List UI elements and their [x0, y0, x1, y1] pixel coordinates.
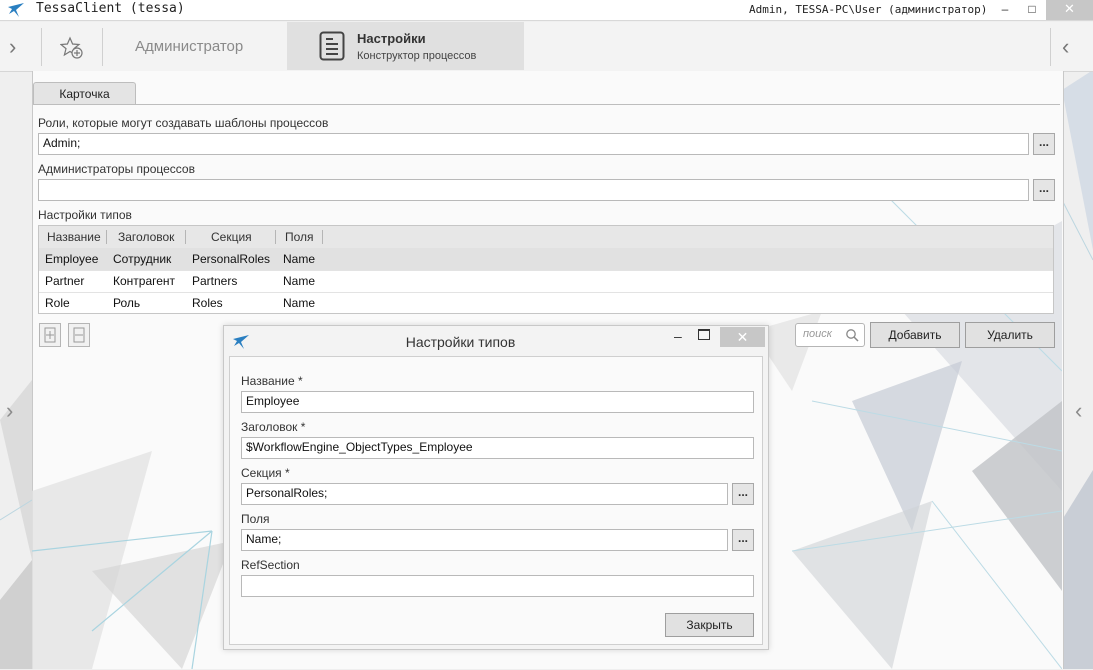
close-window-button[interactable]: ✕: [1046, 0, 1093, 20]
admins-select-button[interactable]: ...: [1033, 179, 1055, 201]
search-placeholder: поиск: [803, 328, 832, 340]
column-divider[interactable]: [322, 230, 323, 244]
admins-field[interactable]: [38, 179, 1029, 201]
table-header: Название Заголовок Секция Поля: [39, 226, 1053, 249]
cell-caption: Сотрудник: [113, 252, 172, 266]
roles-field[interactable]: Admin;: [38, 133, 1029, 155]
column-header-section[interactable]: Секция: [211, 230, 252, 244]
fields-label: Поля: [241, 512, 270, 526]
cell-name: Partner: [45, 274, 85, 288]
title-bar: TessaClient (tessa) Admin, TESSA-PC\User…: [0, 0, 1093, 21]
tab-settings-subtitle: Конструктор процессов: [357, 50, 477, 62]
fields-field[interactable]: Name;: [241, 529, 728, 551]
caption-field[interactable]: $WorkflowEngine_ObjectTypes_Employee: [241, 437, 754, 459]
types-settings-dialog: Настройки типов – ✕ Название * Employee …: [223, 325, 769, 650]
types-settings-label: Настройки типов: [38, 208, 132, 222]
dialog-title: Настройки типов: [405, 334, 516, 350]
column-divider[interactable]: [106, 230, 107, 244]
tab-settings[interactable]: Настройки Конструктор процессов: [287, 22, 524, 70]
close-button[interactable]: Закрыть: [665, 613, 754, 637]
table-row[interactable]: Partner Контрагент Partners Name: [39, 270, 1053, 293]
tessa-logo-icon: [8, 3, 24, 17]
cell-fields: Name: [283, 296, 316, 310]
column-header-fields[interactable]: Поля: [285, 230, 314, 244]
column-header-caption[interactable]: Заголовок: [118, 230, 174, 244]
name-label: Название *: [241, 374, 303, 388]
move-down-icon: [73, 327, 85, 343]
favorites-add-icon[interactable]: [60, 36, 84, 60]
refsection-label: RefSection: [241, 558, 300, 572]
roles-select-button[interactable]: ...: [1033, 133, 1055, 155]
roles-label: Роли, которые могут создавать шаблоны пр…: [38, 116, 329, 130]
minimize-button[interactable]: –: [994, 0, 1016, 20]
expand-right-panel-icon[interactable]: ‹: [1062, 34, 1069, 60]
fields-select-button[interactable]: ...: [732, 529, 754, 551]
column-divider[interactable]: [275, 230, 276, 244]
cell-section: Partners: [192, 274, 238, 288]
maximize-button[interactable]: □: [1020, 0, 1044, 20]
table-row[interactable]: Employee Сотрудник PersonalRoles Name: [39, 248, 1053, 271]
dialog-minimize-button[interactable]: –: [674, 328, 682, 344]
name-field[interactable]: Employee: [241, 391, 754, 413]
add-button[interactable]: Добавить: [870, 322, 960, 348]
nav-divider: [102, 28, 103, 66]
move-up-icon: [44, 327, 56, 343]
cell-name: Employee: [45, 252, 99, 266]
column-divider[interactable]: [185, 230, 186, 244]
right-panel-arrow-icon[interactable]: ‹: [1075, 398, 1082, 424]
section-select-button[interactable]: ...: [732, 483, 754, 505]
types-table: Название Заголовок Секция Поля Employee …: [38, 225, 1054, 314]
cell-section: Roles: [192, 296, 223, 310]
expand-left-panel-icon[interactable]: ›: [9, 34, 16, 60]
cell-caption: Роль: [113, 296, 141, 310]
tab-card[interactable]: Карточка: [33, 82, 136, 105]
dialog-close-button[interactable]: ✕: [720, 327, 765, 347]
dialog-maximize-button[interactable]: [698, 329, 710, 340]
search-input[interactable]: поиск: [795, 323, 865, 347]
cell-name: Role: [45, 296, 70, 310]
section-field[interactable]: PersonalRoles;: [241, 483, 728, 505]
caption-label: Заголовок *: [241, 420, 306, 434]
move-up-button[interactable]: [39, 323, 61, 347]
dialog-body: Название * Employee Заголовок * $Workflo…: [229, 356, 763, 645]
cell-caption: Контрагент: [113, 274, 176, 288]
document-icon: [319, 31, 345, 61]
column-header-name[interactable]: Название: [47, 230, 101, 244]
delete-button[interactable]: Удалить: [965, 322, 1055, 348]
current-user: Admin, TESSA-PC\User (администратор): [749, 3, 988, 16]
cell-fields: Name: [283, 274, 316, 288]
cell-section: PersonalRoles: [192, 252, 271, 266]
tab-administrator[interactable]: Администратор: [135, 38, 243, 55]
search-icon[interactable]: [845, 328, 859, 342]
section-label: Секция *: [241, 466, 290, 480]
move-down-button[interactable]: [68, 323, 90, 347]
table-row[interactable]: Role Роль Roles Name: [39, 292, 1053, 314]
app-title: TessaClient (tessa): [36, 1, 185, 16]
tab-settings-title: Настройки: [357, 31, 426, 46]
nav-divider: [41, 28, 42, 66]
top-navigation: › Администратор Настройки Конструктор пр…: [0, 22, 1093, 72]
cell-fields: Name: [283, 252, 316, 266]
refsection-field[interactable]: [241, 575, 754, 597]
nav-divider: [1050, 28, 1051, 66]
admins-label: Администраторы процессов: [38, 162, 195, 176]
left-panel-arrow-icon[interactable]: ›: [6, 398, 13, 424]
